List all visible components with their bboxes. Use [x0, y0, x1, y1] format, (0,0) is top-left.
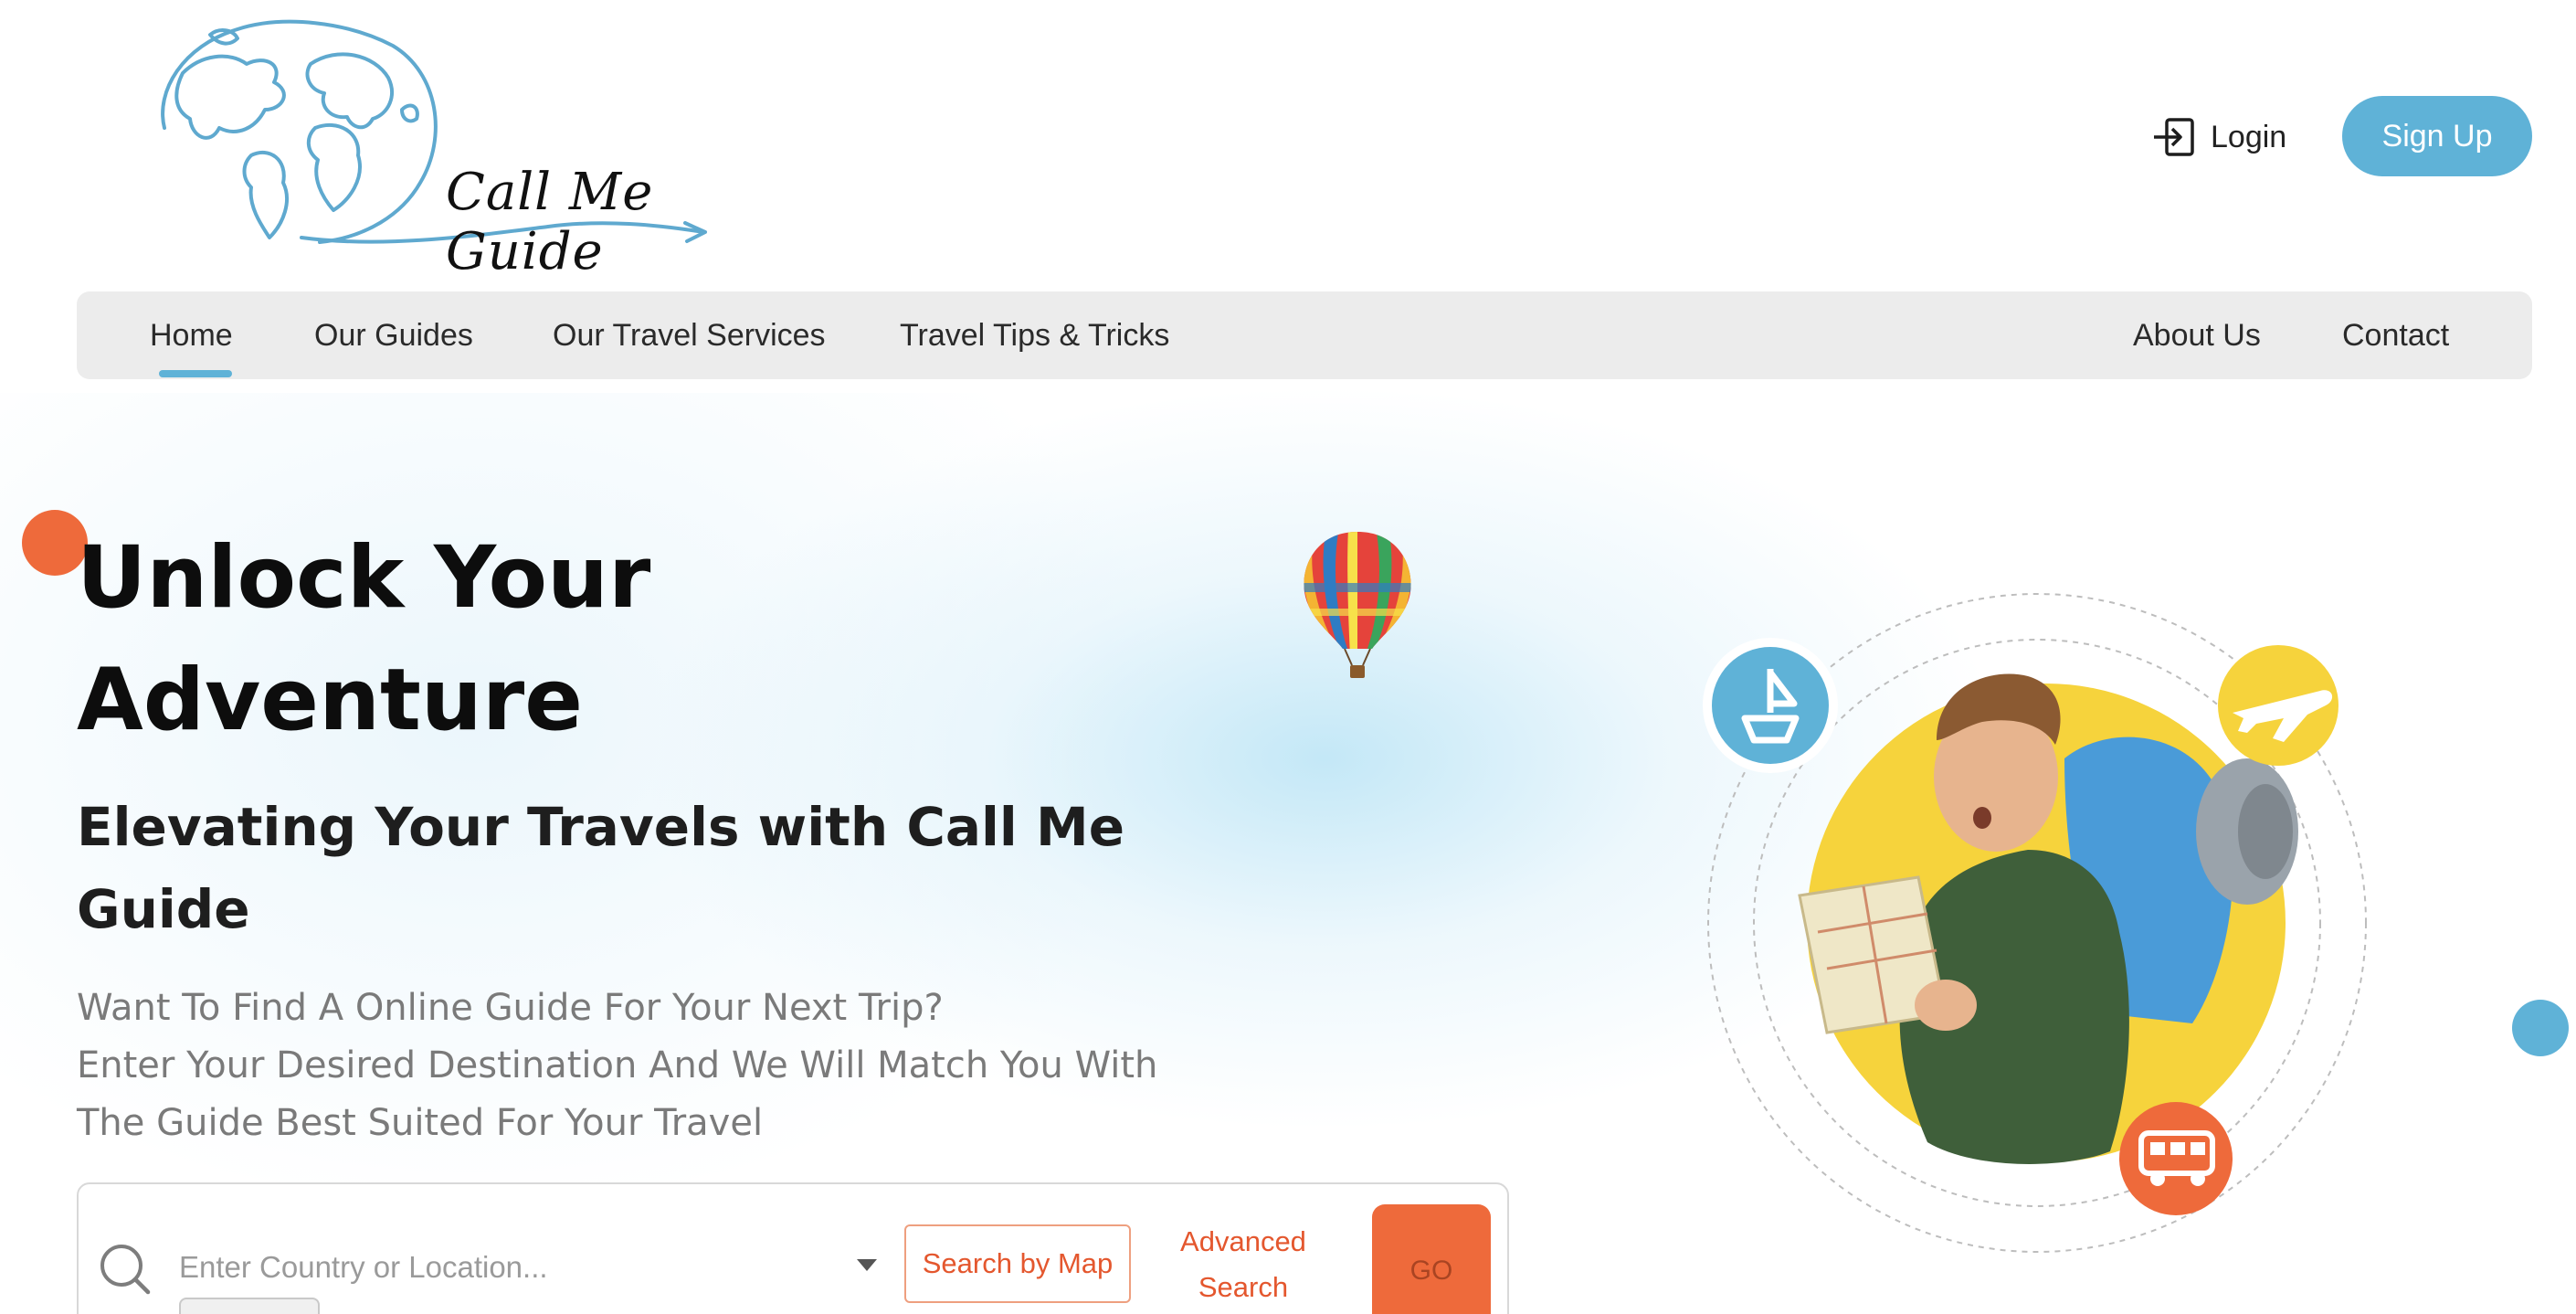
hero-description: Want To Find A Online Guide For Your Nex… [77, 980, 1356, 1152]
logo-wordmark: Call Me Guide [446, 163, 654, 281]
nav-item-home[interactable]: Home [150, 291, 233, 379]
nav-item-our-guides[interactable]: Our Guides [314, 291, 473, 379]
login-icon [2154, 118, 2194, 156]
nav-item-travel-tips[interactable]: Travel Tips & Tricks [900, 291, 1169, 379]
nav-item-about-us[interactable]: About Us [2133, 291, 2261, 379]
advanced-search-link[interactable]: Advanced Search [1156, 1219, 1330, 1310]
login-link[interactable]: Login [2152, 111, 2286, 163]
van-icon [2119, 1102, 2233, 1215]
dropdown-popup-edge [179, 1298, 320, 1314]
search-icon [100, 1245, 151, 1295]
signup-button[interactable]: Sign Up [2342, 96, 2532, 176]
search-by-map-button[interactable]: Search by Map [904, 1224, 1131, 1303]
hero-desc-line2: Enter Your Desired Destination And We Wi… [77, 1044, 1158, 1086]
hero-subtitle: Elevating Your Travels with Call Me Guid… [77, 786, 1173, 950]
hero-subtitle-line1: Elevating Your Travels with Call Me [77, 796, 1125, 858]
hero-title: Unlock Your Adventure [77, 517, 990, 762]
decorative-dot-blue [2512, 1000, 2569, 1056]
main-nav: Home Our Guides Our Travel Services Trav… [77, 291, 2532, 379]
nav-active-indicator [159, 370, 232, 377]
search-bar: Search by Map Advanced Search GO [77, 1182, 1509, 1314]
hero-desc-line3: The Guide Best Suited For Your Travel [77, 1102, 764, 1144]
nav-item-contact[interactable]: Contact [2342, 291, 2449, 379]
go-button[interactable]: GO [1372, 1204, 1491, 1314]
hero-desc-line1: Want To Find A Online Guide For Your Nex… [77, 987, 944, 1029]
hot-air-balloon-icon [1304, 532, 1411, 678]
nav-item-travel-services[interactable]: Our Travel Services [553, 291, 826, 379]
traveler-illustration [1703, 593, 2367, 1253]
hero-title-line1: Unlock Your [77, 528, 651, 628]
advanced-search-line1: Advanced [1180, 1225, 1306, 1257]
chevron-down-icon[interactable] [857, 1259, 877, 1271]
hero-title-line2: Adventure [77, 651, 583, 750]
destination-search-input[interactable] [179, 1228, 965, 1307]
login-label: Login [2211, 119, 2287, 154]
hero-subtitle-line2: Guide [77, 878, 250, 940]
site-logo[interactable]: Call Me Guide [146, 9, 731, 281]
advanced-search-line2: Search [1198, 1271, 1289, 1303]
